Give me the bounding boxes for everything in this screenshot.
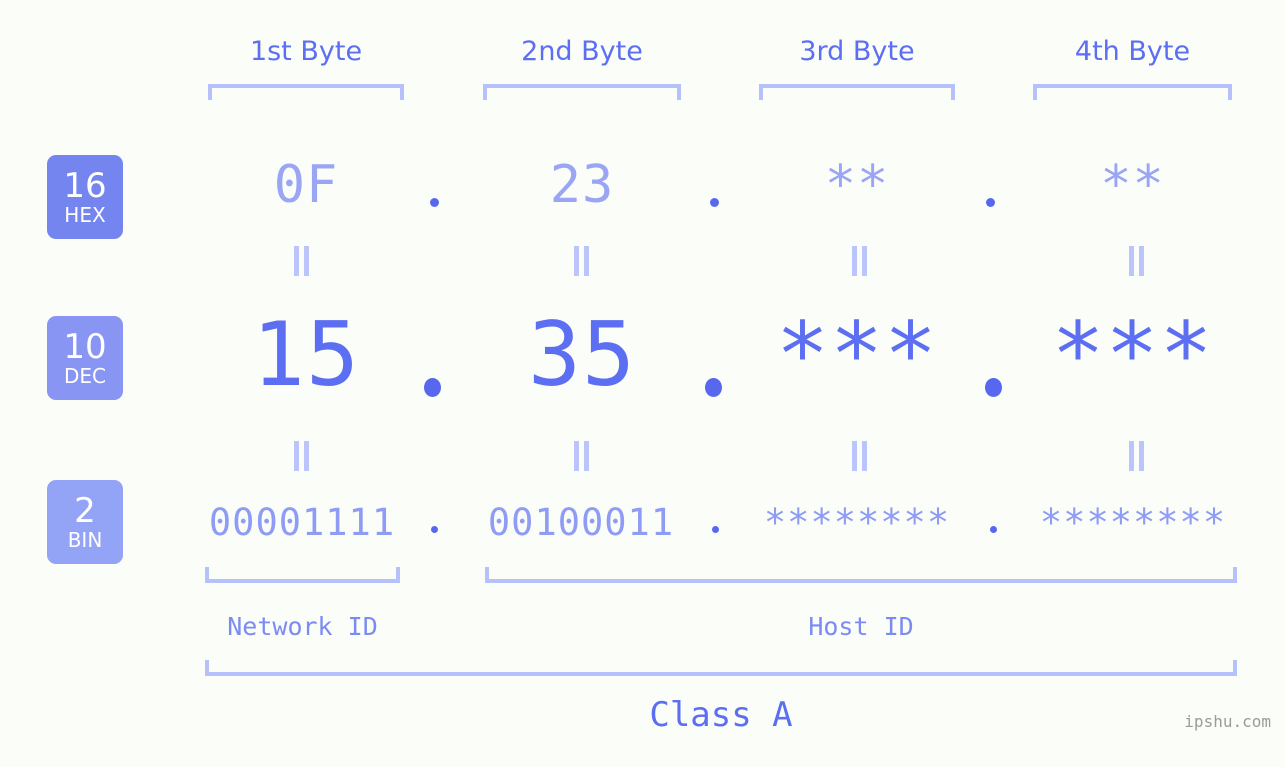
base-badge-hex-number: 16 — [63, 166, 107, 206]
byte-header-4: 4th Byte — [1074, 36, 1191, 67]
bin-separator-dot-2 — [712, 526, 719, 533]
host-id-label: Host ID — [808, 612, 914, 641]
equals-mark-byte-1-bottom — [291, 441, 313, 471]
byte-header-3: 3rd Byte — [799, 36, 915, 67]
equals-mark-byte-3-bottom — [849, 441, 871, 471]
dec-byte-2-value: 35 — [528, 303, 636, 406]
dec-separator-dot-3 — [985, 378, 1002, 397]
hex-separator-dot-2 — [710, 198, 719, 207]
equals-mark-byte-2-top — [571, 246, 593, 276]
hex-byte-3-value: ** — [824, 155, 890, 215]
bracket-class — [205, 660, 1237, 676]
equals-mark-byte-1-top — [291, 246, 313, 276]
dec-byte-1-value: 15 — [252, 303, 360, 406]
bin-separator-dot-1 — [431, 526, 438, 533]
bracket-host-id — [485, 567, 1237, 583]
bracket-byte-4 — [1033, 84, 1232, 100]
bracket-byte-1 — [208, 84, 404, 100]
base-badge-bin-number: 2 — [74, 491, 96, 531]
ip-address-breakdown-diagram: 1st Byte 2nd Byte 3rd Byte 4th Byte 16 H… — [0, 0, 1285, 767]
equals-mark-byte-3-top — [849, 246, 871, 276]
equals-mark-byte-4-bottom — [1126, 441, 1148, 471]
equals-mark-byte-2-bottom — [571, 441, 593, 471]
dec-separator-dot-1 — [424, 378, 441, 397]
hex-byte-1-value: 0F — [273, 155, 339, 215]
base-badge-bin-name: BIN — [67, 528, 103, 552]
hex-byte-4-value: ** — [1100, 155, 1165, 215]
byte-header-2: 2nd Byte — [521, 36, 643, 67]
dec-byte-3-value: *** — [776, 303, 938, 406]
base-badge-dec-number: 10 — [63, 327, 107, 367]
network-id-label: Network ID — [227, 612, 378, 641]
hex-byte-2-value: 23 — [549, 155, 615, 215]
hex-separator-dot-3 — [986, 198, 995, 207]
base-badge-hex: 16 HEX — [47, 155, 123, 239]
bin-byte-1-value: 00001111 — [208, 501, 396, 544]
bracket-byte-2 — [483, 84, 681, 100]
base-badge-dec-name: DEC — [63, 364, 106, 388]
watermark: ipshu.com — [1184, 712, 1271, 731]
dec-separator-dot-2 — [705, 378, 722, 397]
base-badge-dec: 10 DEC — [47, 316, 123, 400]
bin-byte-4-value: ******** — [1039, 501, 1227, 544]
bracket-byte-3 — [759, 84, 955, 100]
bracket-network-id — [205, 567, 400, 583]
byte-header-1: 1st Byte — [249, 36, 363, 67]
bin-byte-2-value: 00100011 — [487, 501, 675, 544]
base-badge-bin: 2 BIN — [47, 480, 123, 564]
equals-mark-byte-4-top — [1126, 246, 1148, 276]
hex-separator-dot-1 — [430, 198, 439, 207]
dec-byte-4-value: *** — [1051, 303, 1214, 406]
bin-separator-dot-3 — [990, 526, 997, 533]
class-label: Class A — [649, 695, 793, 735]
base-badge-hex-name: HEX — [64, 203, 106, 227]
bin-byte-3-value: ******** — [763, 501, 951, 544]
